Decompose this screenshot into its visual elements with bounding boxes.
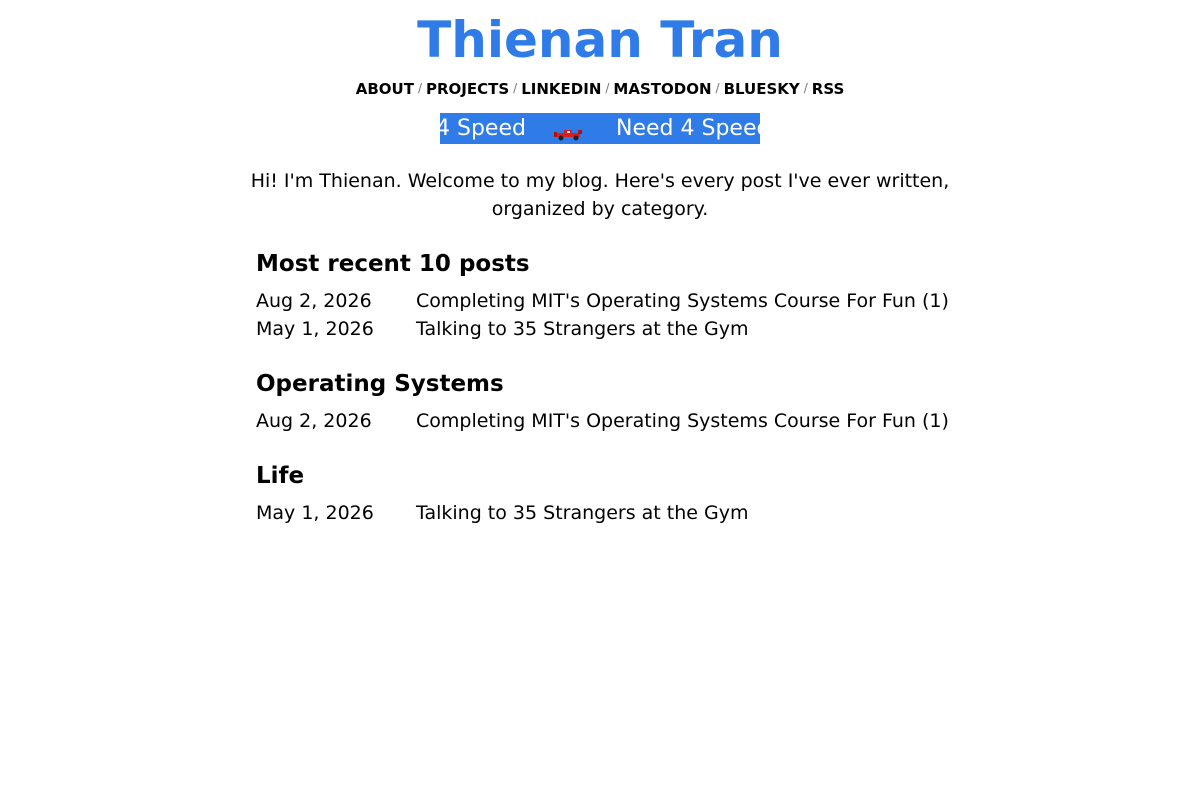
- post-link[interactable]: Completing MIT's Operating Systems Cours…: [416, 407, 949, 435]
- main-nav: ABOUT / PROJECTS / LINKEDIN / MASTODON / BLUESKY…: [0, 76, 1200, 101]
- post-date: May 1, 2026: [256, 318, 374, 340]
- post-link[interactable]: Completing MIT's Operating Systems Cours…: [416, 287, 949, 315]
- post-row: Aug 2, 2026 Completing MIT's Operating S…: [256, 407, 956, 435]
- post-row: Aug 2, 2026 Completing MIT's Operating S…: [256, 287, 956, 315]
- nav-about[interactable]: ABOUT: [356, 80, 414, 98]
- section-heading-life: Life: [256, 463, 305, 489]
- nav-separator: /: [803, 81, 808, 95]
- nav-separator: /: [605, 81, 610, 95]
- nav-linkedin[interactable]: LINKEDIN: [521, 80, 601, 98]
- post-date: May 1, 2026: [256, 502, 374, 524]
- post-row: May 1, 2026 Talking to 35 Strangers at t…: [256, 315, 956, 343]
- nav-projects[interactable]: PROJECTS: [426, 80, 509, 98]
- intro-text: Hi! I'm Thienan. Welcome to my blog. Her…: [250, 170, 950, 220]
- post-link[interactable]: Talking to 35 Strangers at the Gym: [416, 499, 748, 527]
- site-title: Thienan Tran: [0, 10, 1200, 70]
- nav-separator: /: [513, 81, 518, 95]
- post-date: Aug 2, 2026: [256, 290, 372, 312]
- section-heading-operating-systems: Operating Systems: [256, 371, 504, 397]
- post-date: Aug 2, 2026: [256, 410, 372, 432]
- site-title-link[interactable]: Thienan Tran: [417, 11, 783, 69]
- nav-mastodon[interactable]: MASTODON: [613, 80, 711, 98]
- nav-separator: /: [417, 81, 422, 95]
- banner-text-left: 4 Speed: [440, 116, 526, 141]
- nav-bluesky[interactable]: BLUESKY: [724, 80, 800, 98]
- post-link[interactable]: Talking to 35 Strangers at the Gym: [416, 315, 748, 343]
- banner-text-right: Need 4 Speed: [616, 116, 760, 141]
- nav-separator: /: [715, 81, 720, 95]
- marquee-banner: 4 Speed Need 4 Speed: [440, 113, 760, 144]
- post-row: May 1, 2026 Talking to 35 Strangers at t…: [256, 499, 956, 527]
- nav-rss[interactable]: RSS: [812, 80, 844, 98]
- section-heading-recent: Most recent 10 posts: [256, 251, 530, 277]
- race-car-icon: [554, 130, 582, 141]
